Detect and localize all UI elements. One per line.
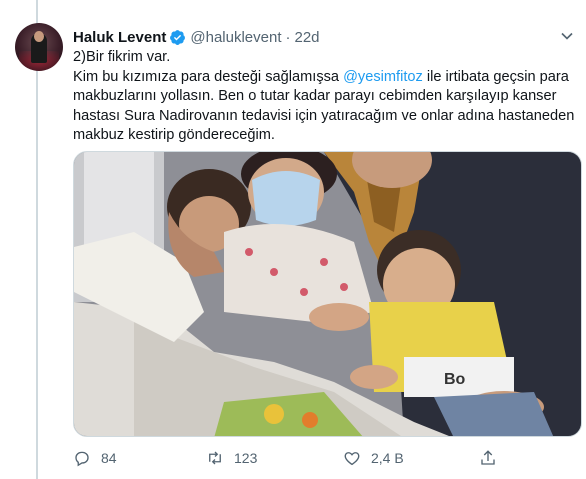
retweet-icon <box>209 451 221 465</box>
heart-icon <box>344 452 360 466</box>
tweet-text-segment: ile irtibata geçsin para <box>422 68 569 85</box>
like-button[interactable]: 2,4 B <box>343 448 404 468</box>
reply-count: 84 <box>101 450 117 466</box>
separator-dot: · <box>285 28 291 46</box>
tweet-text-segment: Kim bu kızımıza para desteği sağlamışsa <box>73 68 344 85</box>
reply-icon <box>75 451 89 467</box>
avatar[interactable] <box>15 23 63 71</box>
tweet-timestamp[interactable]: 22d <box>295 29 320 46</box>
tweet-text: 2)Bir fikrim var. Kim bu kızımıza para d… <box>73 48 578 146</box>
tweet-photo[interactable]: Bo <box>73 151 582 437</box>
tweet-text-line-1: 2)Bir fikrim var. <box>73 49 171 65</box>
share-icon <box>481 450 495 465</box>
verified-badge-icon <box>169 29 186 46</box>
retweet-count: 123 <box>234 450 258 466</box>
share-button[interactable] <box>479 448 497 468</box>
tweet-header: Haluk Levent @haluklevent · 22d <box>73 27 320 47</box>
tweet-text-line-2: Kim bu kızımıza para desteği sağlamışsa … <box>73 68 578 88</box>
author-handle[interactable]: @haluklevent <box>190 29 281 46</box>
reply-button[interactable]: 84 <box>73 448 117 468</box>
tweet-text-line-5: makbuz kestirip göndereceğim. <box>73 127 275 143</box>
like-count: 2,4 B <box>371 450 404 466</box>
tweet-text-line-3: makbuzlarını yollasın. Ben o tutar kadar… <box>73 88 557 104</box>
tweet[interactable]: Haluk Levent @haluklevent · 22d 2)Bir fi… <box>0 0 586 479</box>
shirt-print-text: Bo <box>444 371 466 388</box>
tweet-actions: 84 123 2,4 B <box>73 448 513 468</box>
retweet-button[interactable]: 123 <box>206 448 257 468</box>
photo-illustration: Bo <box>74 152 581 436</box>
chevron-down-icon[interactable] <box>557 26 577 46</box>
mention-link[interactable]: @yesimfitoz <box>343 69 423 85</box>
author-name[interactable]: Haluk Levent <box>73 29 166 46</box>
tweet-text-line-4: hastası Sura Nadirovanın tedavisi için y… <box>73 107 575 124</box>
